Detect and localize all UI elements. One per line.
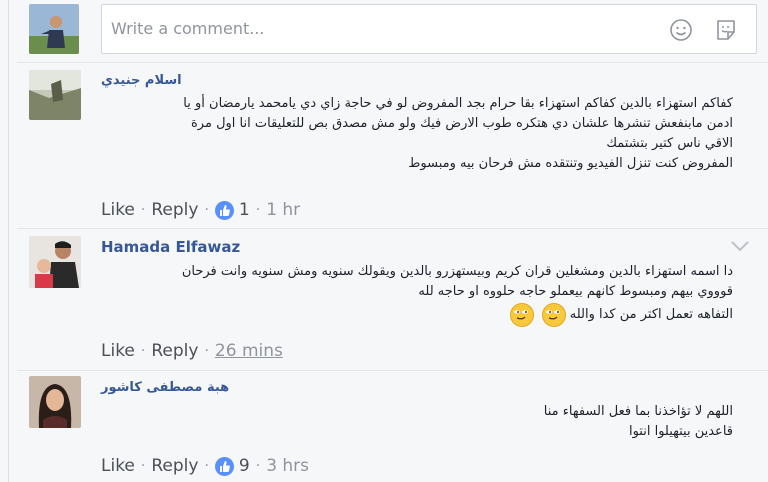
comment-input[interactable]: Write a comment... [111,19,265,38]
comment-line: قوووي بيهم ومبسوط كانهم بيعملو حاجه حلوو… [418,284,733,299]
like-icon[interactable] [214,456,234,476]
comment-line: ادمن مابنفعش تنشرها علشان دي هتكره طوب ا… [191,116,733,131]
comment-line: دا اسمه استهزاء بالدين ومشغلين قران كريم… [181,264,733,279]
comment-line-with-emoji: التفاهه تعمل اكتر من كدا والله [93,302,733,328]
comment-line: كفاكم استهزاء بالدين كفاكم استهزاء بقا ح… [183,96,733,111]
comment-line: الاقي ناس كتير بتشتمك [606,136,733,151]
reaction-count[interactable]: 1 [239,200,250,220]
comment-line: المفروض كنت تنزل الفيديو وتنتقده مش فرحا… [408,156,733,171]
reply-link[interactable]: Reply [151,341,198,361]
comment-time[interactable]: 3 hrs [266,456,309,476]
divider [17,62,768,63]
divider [17,370,768,371]
divider [17,228,768,229]
comment-line: قاعدين بيتهيلوا انتوا [628,424,733,439]
comment-author[interactable]: هبة مصطفى كاشور [101,380,229,395]
comment-actions: Like · Reply · 1 · 1 hr [101,200,301,220]
comment-line: اللهم لا تؤاخذنا بما فعل السفهاء منا [543,404,733,419]
comment-time[interactable]: 1 hr [266,200,300,220]
comment-author[interactable]: اسلام جنيدي [101,73,182,88]
comment-body: دا اسمه استهزاء بالدين ومشغلين قران كريم… [93,262,733,328]
comment-avatar[interactable] [29,236,81,288]
reaction-count[interactable]: 9 [239,456,250,476]
chevron-down-icon[interactable] [729,238,751,254]
comment-line: التفاهه تعمل اكتر من كدا والله [569,307,733,322]
like-link[interactable]: Like [101,200,135,220]
like-icon[interactable] [214,200,234,220]
comment-actions: Like · Reply · 26 mins [101,341,283,361]
sticker-icon[interactable] [714,18,738,42]
like-link[interactable]: Like [101,456,135,476]
comment-body: اللهم لا تؤاخذنا بما فعل السفهاء منا قاع… [93,402,733,442]
emoji-smirk-icon [510,302,535,327]
emoji-icon[interactable] [669,18,693,42]
comment-composer[interactable]: Write a comment... [101,4,757,54]
current-user-avatar[interactable] [29,4,79,54]
comment-avatar[interactable] [29,70,81,120]
reply-link[interactable]: Reply [151,200,198,220]
comment-actions: Like · Reply · 9 · 3 hrs [101,456,310,476]
comment-avatar[interactable] [29,376,81,428]
comment-author[interactable]: Hamada Elfawaz [101,238,240,256]
comments-panel: Write a comment... اسلام جنيدي كفاكم است… [8,0,768,482]
reply-link[interactable]: Reply [151,456,198,476]
comment-body: كفاكم استهزاء بالدين كفاكم استهزاء بقا ح… [93,94,733,174]
emoji-smirk-icon [541,302,566,327]
like-link[interactable]: Like [101,341,135,361]
comment-time[interactable]: 26 mins [215,341,283,361]
